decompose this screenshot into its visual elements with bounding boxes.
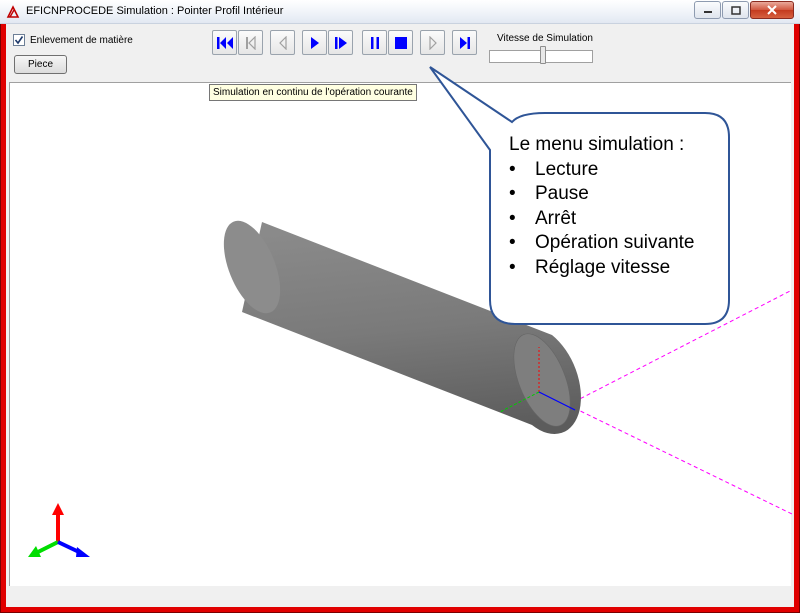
callout-title: Le menu simulation : bbox=[509, 134, 685, 155]
callout-item: Arrêt bbox=[509, 207, 695, 232]
callout-item: Lecture bbox=[509, 158, 695, 183]
axis-triad-icon bbox=[28, 503, 90, 557]
callout-item: Réglage vitesse bbox=[509, 256, 695, 281]
callout-item: Opération suivante bbox=[509, 231, 695, 256]
callout-text: Le menu simulation : Lecture Pause Arrêt… bbox=[509, 133, 695, 280]
play-tooltip: Simulation en continu de l'opération cou… bbox=[209, 84, 417, 101]
callout-item: Pause bbox=[509, 182, 695, 207]
callout-list: Lecture Pause Arrêt Opération suivante R… bbox=[509, 158, 695, 281]
